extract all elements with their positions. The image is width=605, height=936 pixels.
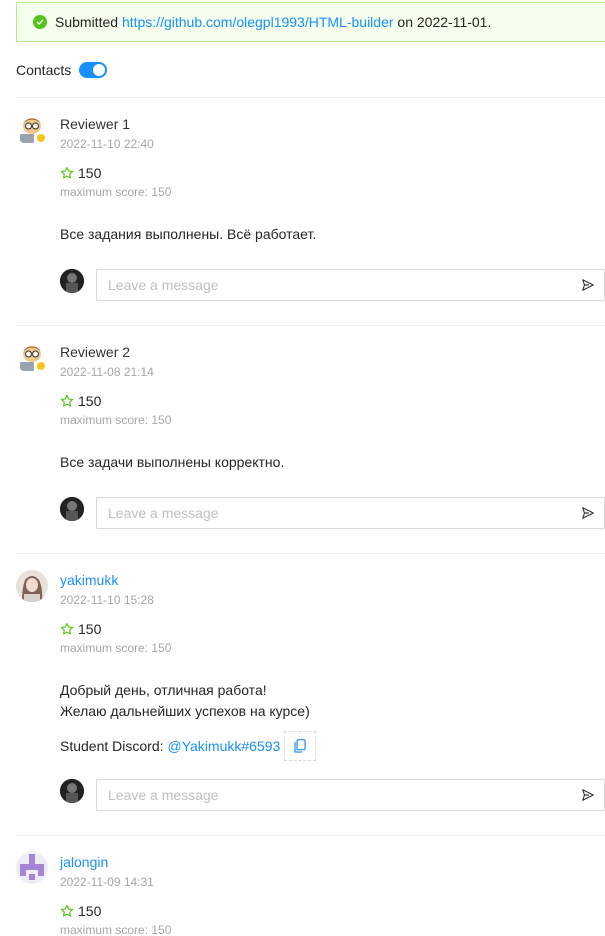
- message-input[interactable]: [97, 780, 572, 810]
- star-icon: [60, 394, 74, 407]
- submission-alert: Submitted https://github.com/olegpl1993/…: [16, 2, 605, 42]
- max-score: maximum score: 150: [60, 185, 172, 199]
- message-input-box: [96, 497, 605, 529]
- review-comment: Все задания выполнены. Всё работает.: [60, 226, 317, 242]
- submission-date: 2022-11-01.: [416, 14, 492, 30]
- send-icon[interactable]: [572, 270, 604, 300]
- contacts-row: Contacts: [16, 62, 108, 78]
- user-avatar: [60, 497, 84, 521]
- review-date: 2022-11-08 21:14: [60, 365, 154, 379]
- divider: [16, 835, 605, 836]
- score: 150: [60, 902, 605, 920]
- divider: [16, 97, 605, 98]
- toggle-knob: [93, 64, 106, 76]
- star-icon: [60, 904, 74, 917]
- star-icon: [60, 622, 74, 635]
- reviewer-avatar: [16, 570, 48, 602]
- reviewer-avatar: [16, 114, 48, 146]
- discord-handle-link[interactable]: @Yakimukk#6593: [168, 736, 281, 756]
- message-row: [60, 269, 605, 301]
- reviewer-name-link[interactable]: yakimukk: [60, 570, 605, 590]
- review-date: 2022-11-10 15:28: [60, 593, 154, 607]
- score-value: 150: [78, 165, 102, 181]
- reviewer-name-link[interactable]: jalongin: [60, 852, 605, 872]
- score: 150: [60, 392, 605, 410]
- check-circle-icon: [33, 15, 47, 29]
- max-score: maximum score: 150: [60, 923, 172, 936]
- copy-icon[interactable]: [284, 731, 317, 761]
- score-value: 150: [78, 621, 102, 637]
- divider: [16, 325, 605, 326]
- score-value: 150: [78, 393, 102, 409]
- user-avatar: [60, 269, 84, 293]
- submitted-label: Submitted: [55, 14, 119, 30]
- contacts-label: Contacts: [16, 62, 72, 78]
- user-avatar: [60, 779, 84, 803]
- review-comment: Все задачи выполнены корректно.: [60, 454, 285, 470]
- message-input-box: [96, 779, 605, 811]
- repository-link[interactable]: https://github.com/olegpl1993/HTML-build…: [122, 14, 394, 30]
- reviewer-name: Reviewer 1: [60, 116, 131, 132]
- contacts-toggle[interactable]: [79, 62, 108, 78]
- message-input-box: [96, 269, 605, 301]
- score: 150: [60, 620, 605, 638]
- review-comment-line: Желаю дальнейших успехов на курсе): [60, 703, 310, 719]
- on-label: on: [397, 14, 413, 30]
- message-input[interactable]: [97, 270, 572, 300]
- review-date: 2022-11-10 22:40: [60, 137, 154, 151]
- review-comment-line: Добрый день, отличная работа!: [60, 682, 267, 698]
- star-icon: [60, 166, 74, 179]
- max-score: maximum score: 150: [60, 413, 172, 427]
- send-icon[interactable]: [572, 780, 604, 810]
- discord-label: Student Discord:: [60, 738, 164, 754]
- message-row: [60, 497, 605, 529]
- send-icon[interactable]: [572, 498, 604, 528]
- student-discord: Student Discord: @Yakimukk#6593: [60, 731, 605, 761]
- reviewer-avatar: [16, 342, 48, 374]
- message-row: [60, 779, 605, 811]
- message-input[interactable]: [97, 498, 572, 528]
- review-date: 2022-11-09 14:31: [60, 875, 154, 889]
- reviewer-name: Reviewer 2: [60, 344, 131, 360]
- max-score: maximum score: 150: [60, 641, 172, 655]
- score: 150: [60, 164, 605, 182]
- reviewer-avatar: [16, 852, 48, 884]
- score-value: 150: [78, 903, 102, 919]
- divider: [16, 553, 605, 554]
